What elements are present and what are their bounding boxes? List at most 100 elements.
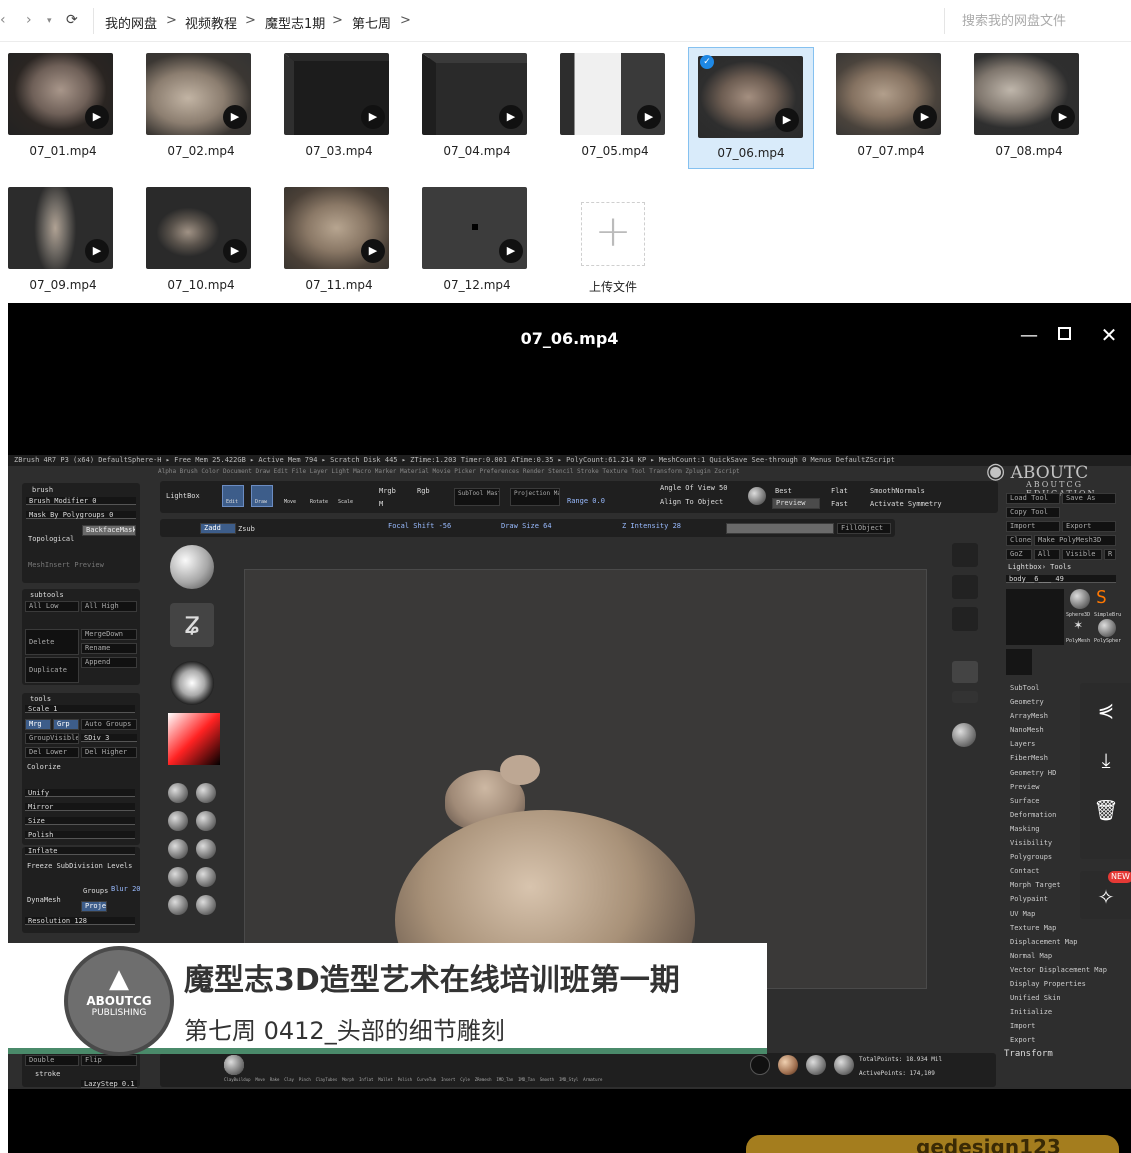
delete: Delete bbox=[25, 629, 79, 655]
search-input[interactable] bbox=[944, 8, 1131, 34]
tool-menu-item: Unified Skin bbox=[1010, 994, 1061, 1003]
brush-icon bbox=[168, 895, 188, 915]
color-picker bbox=[168, 713, 220, 765]
file-tile[interactable]: ▶ 07_01.mp4 bbox=[1, 47, 127, 169]
forward-icon[interactable]: › bbox=[26, 12, 32, 28]
sphere3d-icon bbox=[1070, 589, 1090, 609]
file-tile[interactable]: ▶ 07_05.mp4 bbox=[553, 47, 679, 169]
new-badge: NEW bbox=[1108, 871, 1131, 883]
all-button: All bbox=[1034, 549, 1060, 560]
brush-icon bbox=[168, 783, 188, 803]
zadd-button: Zadd bbox=[200, 523, 236, 534]
stroke-title: stroke bbox=[35, 1070, 61, 1078]
video-player[interactable]: 07_06.mp4 — ✕ ZBrush 4R7 P3 (x64) Defaul… bbox=[8, 303, 1131, 1153]
breadcrumb-item[interactable]: 视频教程 bbox=[185, 13, 237, 32]
rgb-label: Rgb bbox=[417, 487, 430, 495]
file-tile[interactable]: ▶ 07_04.mp4 bbox=[415, 47, 541, 169]
video-thumbnail: ▶ bbox=[836, 53, 941, 135]
polymesh-label: PolyMesh bbox=[1066, 638, 1091, 644]
export-button: Export bbox=[1062, 521, 1116, 532]
file-tile[interactable]: ▶ 07_09.mp4 bbox=[1, 181, 127, 303]
duplicate: Duplicate bbox=[25, 657, 79, 683]
play-icon[interactable]: ▶ bbox=[637, 105, 661, 129]
play-icon[interactable]: ▶ bbox=[499, 239, 523, 263]
breadcrumb-item[interactable]: 我的网盘 bbox=[105, 13, 157, 32]
file-name: 07_03.mp4 bbox=[305, 144, 373, 158]
close-icon[interactable]: ✕ bbox=[1099, 323, 1119, 347]
save-as: Save As bbox=[1062, 493, 1116, 504]
file-name: 07_05.mp4 bbox=[581, 144, 649, 158]
brush-title: brush bbox=[32, 486, 54, 494]
maximize-icon[interactable] bbox=[1058, 327, 1071, 340]
aboutcg-publishing-logo: ▲ ABOUTCG PUBLISHING bbox=[64, 946, 174, 1056]
history-dropdown-icon[interactable]: ▾ bbox=[47, 16, 52, 26]
trash-icon[interactable]: 🗑 bbox=[1093, 798, 1119, 824]
breadcrumb-separator: > bbox=[400, 13, 411, 28]
minimize-icon[interactable]: — bbox=[1019, 325, 1039, 346]
file-tile[interactable]: ▶ 07_07.mp4 bbox=[829, 47, 955, 169]
file-tile[interactable]: ▶ 07_08.mp4 bbox=[967, 47, 1093, 169]
symmetry-label: Activate Symmetry bbox=[870, 500, 942, 508]
play-icon[interactable]: ▶ bbox=[913, 105, 937, 129]
file-tile[interactable]: ▶ 07_12.mp4 bbox=[415, 181, 541, 303]
make-polymesh: Make PolyMesh3D bbox=[1034, 535, 1116, 546]
play-icon[interactable]: ▶ bbox=[223, 105, 247, 129]
fast-label: Fast bbox=[831, 500, 848, 508]
play-icon[interactable]: ▶ bbox=[223, 239, 247, 263]
checkmark-icon[interactable]: ✓ bbox=[700, 55, 714, 69]
file-tile[interactable]: ▶ 07_10.mp4 bbox=[139, 181, 265, 303]
transp-sphere bbox=[952, 723, 976, 747]
share-icon[interactable]: ⋞ bbox=[1093, 698, 1119, 724]
fill-object: FillObject bbox=[837, 523, 891, 534]
file-tile[interactable]: ▶ 07_03.mp4 bbox=[277, 47, 403, 169]
mirror-slider: Mirror bbox=[25, 803, 135, 811]
material-black bbox=[750, 1055, 770, 1075]
material-ball bbox=[748, 487, 766, 505]
file-name: 07_10.mp4 bbox=[167, 278, 235, 292]
nav-column bbox=[952, 543, 978, 963]
lightbox-tools: Lightbox› Tools bbox=[1008, 563, 1072, 571]
play-icon[interactable]: ▶ bbox=[775, 108, 799, 132]
back-icon[interactable]: ‹ bbox=[0, 12, 6, 28]
breadcrumb-item[interactable]: 魔型志1期 bbox=[265, 13, 325, 32]
project-button: Project bbox=[81, 901, 107, 912]
download-icon[interactable]: ⤓ bbox=[1093, 748, 1119, 774]
clone-button: Clone bbox=[1006, 535, 1032, 546]
visible-button: Visible bbox=[1062, 549, 1102, 560]
polymesh-icon: ✶ bbox=[1074, 617, 1083, 633]
play-icon[interactable]: ▶ bbox=[361, 239, 385, 263]
video-thumbnail: ▶ bbox=[146, 53, 251, 135]
actual-button bbox=[952, 607, 978, 631]
transform-label: Transform bbox=[1004, 1049, 1053, 1059]
upload-button[interactable]: + bbox=[581, 202, 645, 266]
play-icon[interactable]: ▶ bbox=[85, 239, 109, 263]
play-icon[interactable]: ▶ bbox=[1051, 105, 1075, 129]
video-thumbnail: ▶ bbox=[8, 187, 113, 269]
file-name: 07_02.mp4 bbox=[167, 144, 235, 158]
pin-icon[interactable]: ✧ bbox=[1093, 885, 1119, 911]
file-name: 07_11.mp4 bbox=[305, 278, 373, 292]
breadcrumb-item[interactable]: 第七周 bbox=[352, 13, 391, 32]
active-points: ActivePoints: 174,109 bbox=[859, 1070, 935, 1077]
play-icon[interactable]: ▶ bbox=[85, 105, 109, 129]
play-icon[interactable]: ▶ bbox=[499, 105, 523, 129]
file-tile[interactable]: ▶ 07_11.mp4 bbox=[277, 181, 403, 303]
range-label: Range 0.0 bbox=[567, 497, 605, 505]
refresh-icon[interactable]: ⟳ bbox=[66, 12, 78, 28]
footer-watermark: gedesign123 bbox=[746, 1135, 1119, 1153]
play-icon[interactable]: ▶ bbox=[361, 105, 385, 129]
xyz-button bbox=[952, 691, 978, 703]
tool-menu-item: Export bbox=[1010, 1036, 1036, 1045]
flat-label: Flat bbox=[831, 487, 848, 495]
upload-label: 上传文件 bbox=[588, 280, 637, 294]
import-button: Import bbox=[1006, 521, 1060, 532]
stroke-preview: ʑ bbox=[170, 603, 214, 647]
brush-icon bbox=[196, 839, 216, 859]
topological: Topological bbox=[28, 535, 75, 543]
file-name: 07_01.mp4 bbox=[29, 144, 97, 158]
scale-slider: Scale 1 bbox=[25, 705, 135, 713]
subtools-title: subtools bbox=[30, 591, 64, 599]
brush-preview bbox=[170, 545, 214, 589]
file-tile-selected[interactable]: ✓ ▶ 07_06.mp4 bbox=[688, 47, 814, 169]
file-tile[interactable]: ▶ 07_02.mp4 bbox=[139, 47, 265, 169]
